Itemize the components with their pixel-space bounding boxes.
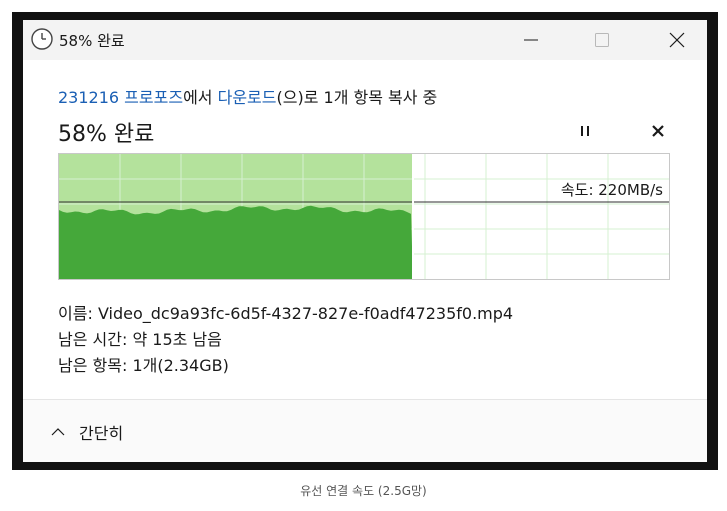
cancel-button[interactable] xyxy=(643,118,673,144)
time-remaining-label: 남은 시간: xyxy=(58,330,128,349)
file-name-value: Video_dc9a93fc-6d5f-4327-827e-f0adf47235… xyxy=(97,304,514,323)
fewer-details-label: 간단히 xyxy=(79,424,124,443)
items-remaining-label: 남은 항목: xyxy=(58,356,128,375)
file-name-label: 이름: xyxy=(58,304,93,323)
destination-folder-link[interactable]: 다운로드 xyxy=(218,88,277,107)
close-icon xyxy=(669,32,685,48)
items-remaining-row: 남은 항목: 1개(2.34GB) xyxy=(58,352,229,376)
file-name-row: 이름: Video_dc9a93fc-6d5f-4327-827e-f0adf4… xyxy=(58,300,513,324)
title-bar: 58% 완료 xyxy=(23,20,707,60)
image-caption: 유선 연결 속도 (2.5G망) xyxy=(300,484,427,498)
dialog-footer: 간단히 xyxy=(23,399,707,462)
time-remaining-value: 약 15초 남음 xyxy=(132,330,222,349)
item-count-link[interactable]: 231216 xyxy=(58,88,119,107)
percent-complete: 58% 완료 xyxy=(58,122,155,147)
fewer-details-button[interactable]: 간단히 xyxy=(51,420,123,444)
pause-icon xyxy=(581,126,589,136)
copy-progress-dialog: 58% 완료 231216 프로포즈에서 다운로드(으)로 1개 항목 복사 중… xyxy=(23,20,707,462)
speed-area xyxy=(59,205,413,279)
speed-readout: 속도: 220MB/s xyxy=(560,181,663,199)
items-remaining-value: 1개(2.34GB) xyxy=(132,356,229,375)
maximize-button[interactable] xyxy=(579,20,625,60)
maximize-icon xyxy=(595,33,609,47)
cancel-icon xyxy=(652,125,664,137)
window-title: 58% 완료 xyxy=(59,32,125,50)
speed-graph-plot xyxy=(59,154,669,279)
chevron-up-icon xyxy=(51,428,65,436)
time-remaining-row: 남은 시간: 약 15초 남음 xyxy=(58,326,222,350)
copy-action-text: (으)로 1개 항목 복사 중 xyxy=(276,88,438,107)
close-button[interactable] xyxy=(654,20,700,60)
from-word: 에서 xyxy=(183,88,213,107)
copy-status-line: 231216 프로포즈에서 다운로드(으)로 1개 항목 복사 중 xyxy=(58,84,437,108)
speed-graph: 속도: 220MB/s xyxy=(58,153,670,280)
source-folder-link[interactable]: 프로포즈 xyxy=(124,88,183,107)
pause-button[interactable] xyxy=(570,118,600,144)
minimize-icon xyxy=(524,39,538,41)
clock-icon xyxy=(30,27,54,51)
minimize-button[interactable] xyxy=(508,20,554,60)
